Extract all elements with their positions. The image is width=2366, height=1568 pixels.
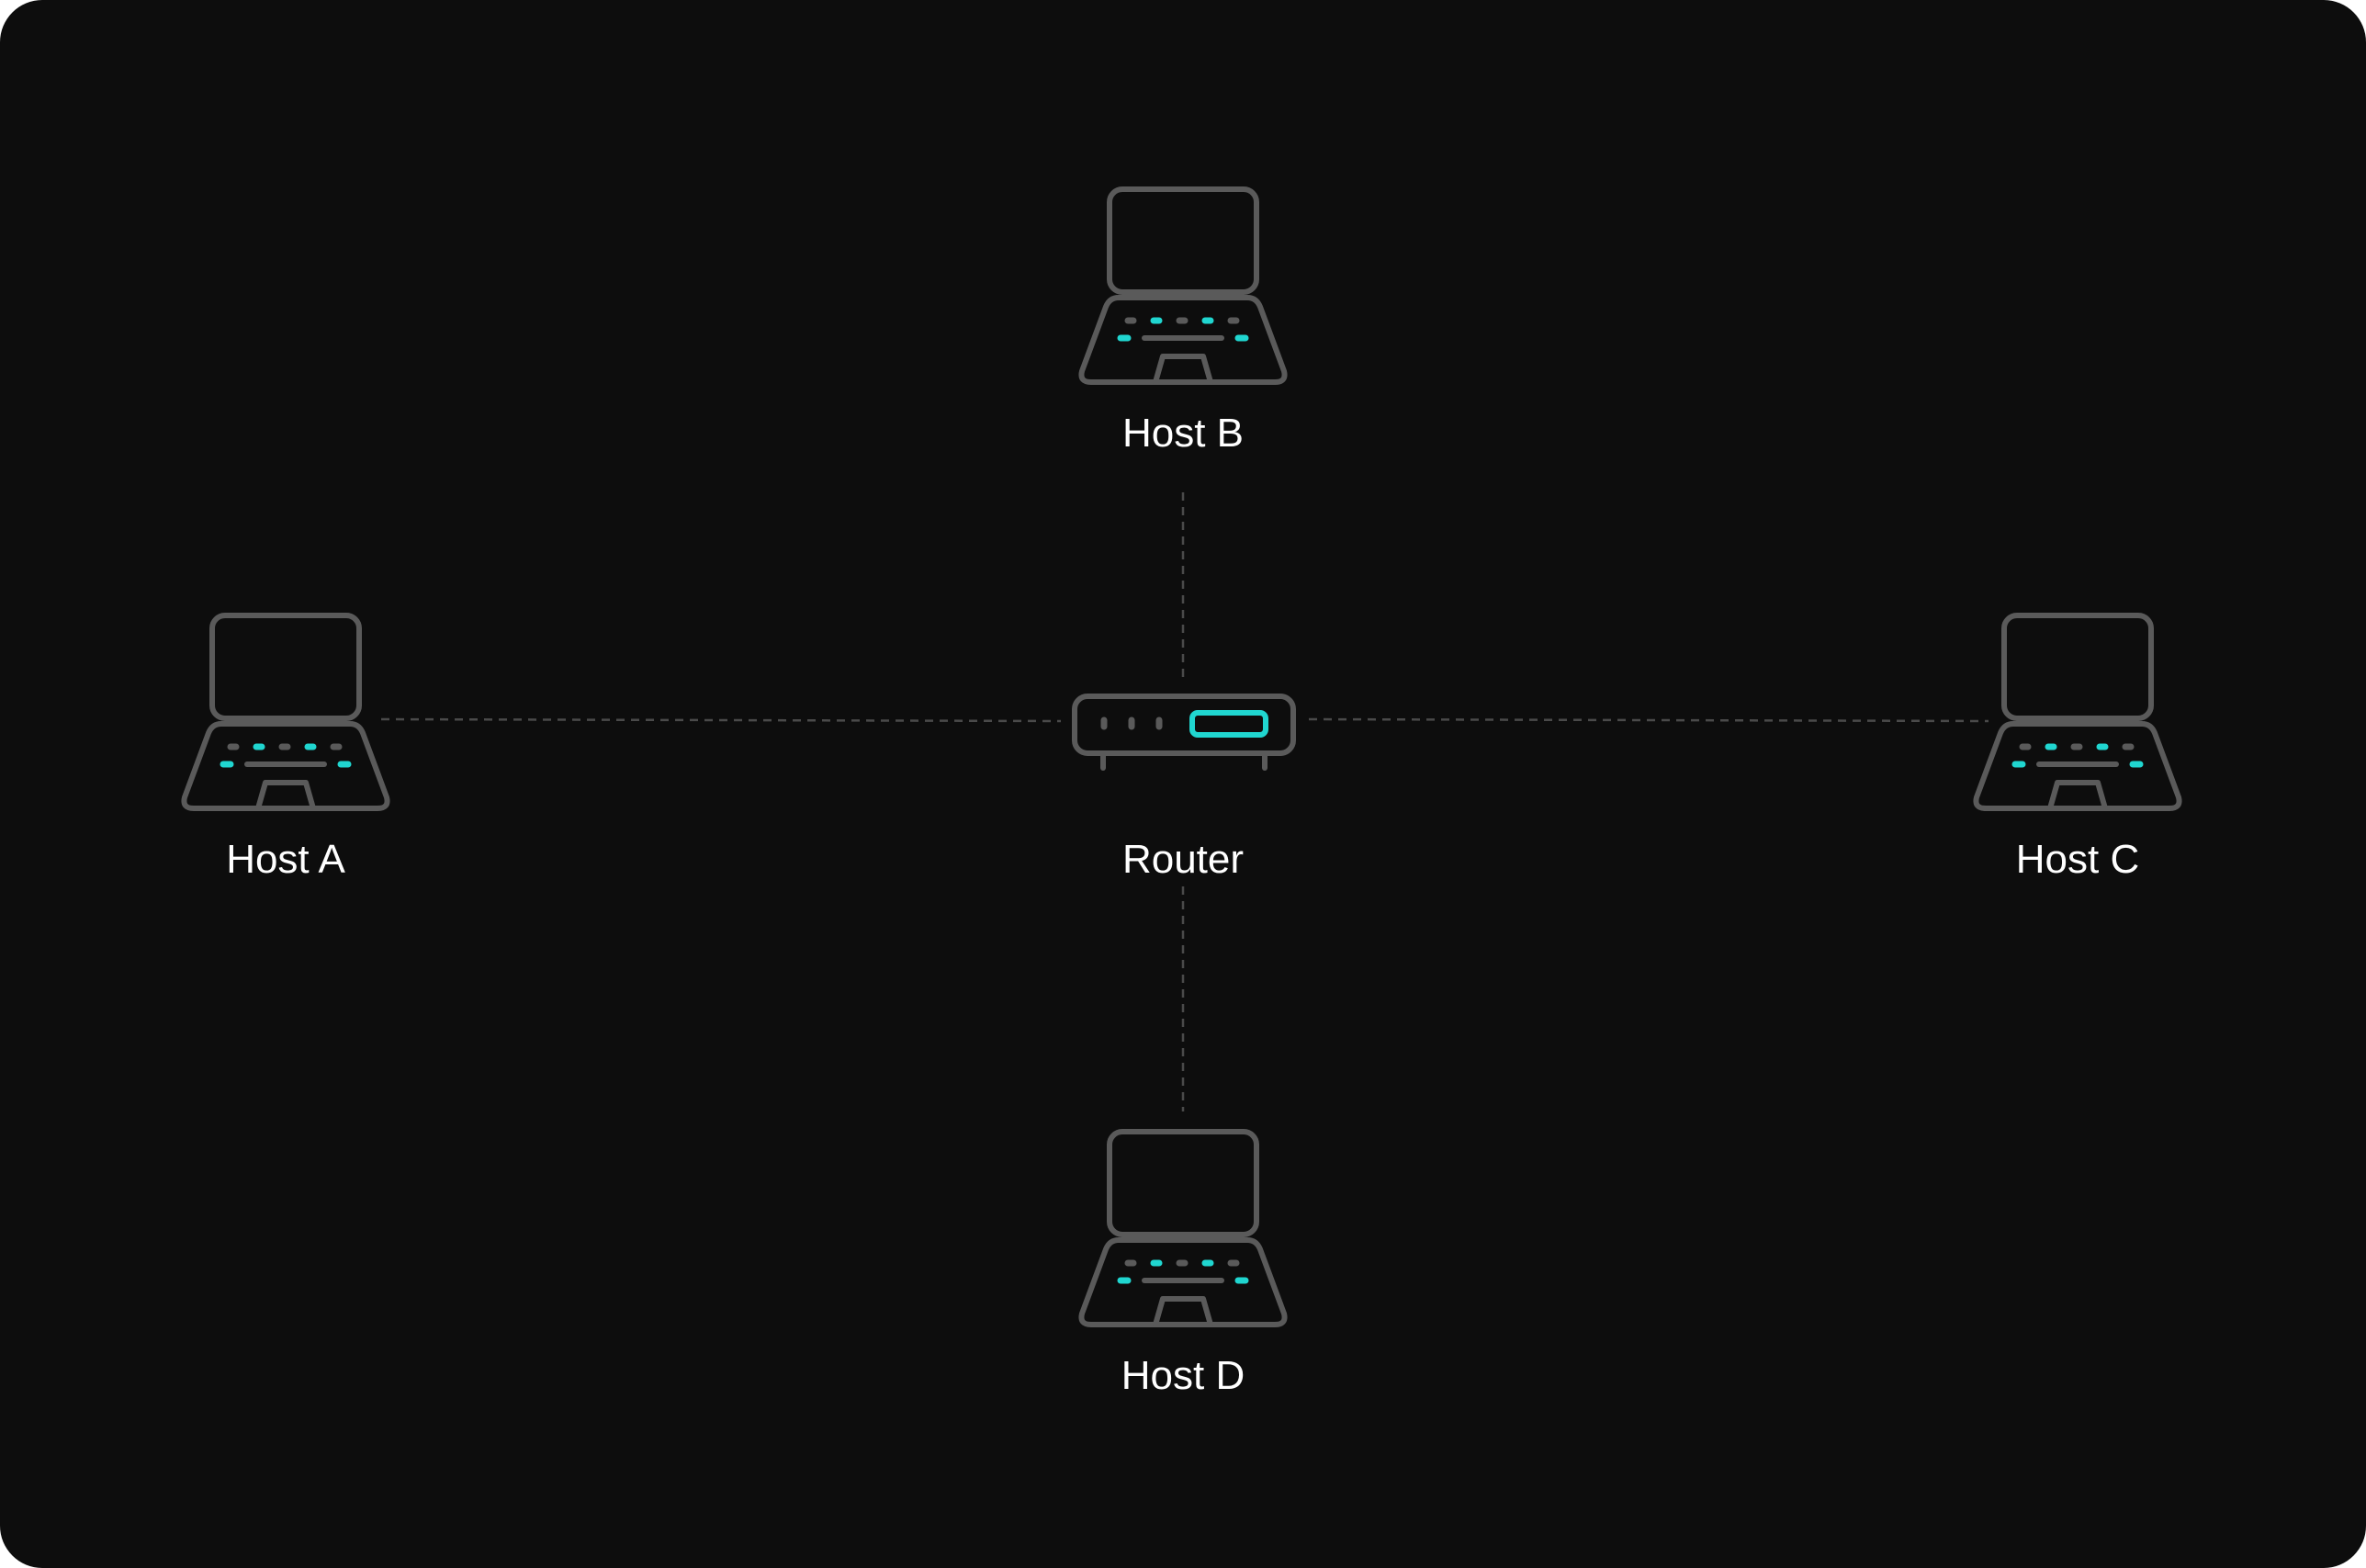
network-diagram-svg: Host B Host A Host C Host D Router bbox=[0, 0, 2366, 1568]
host-c-label: Host C bbox=[2016, 837, 2139, 882]
network-diagram: Host B Host A Host C Host D Router bbox=[0, 0, 2366, 1568]
diagram-background bbox=[0, 0, 2366, 1568]
host-b-label: Host B bbox=[1122, 411, 1244, 456]
host-a-label: Host A bbox=[226, 837, 345, 882]
host-d-label: Host D bbox=[1121, 1353, 1245, 1398]
router-label: Router bbox=[1122, 837, 1244, 882]
